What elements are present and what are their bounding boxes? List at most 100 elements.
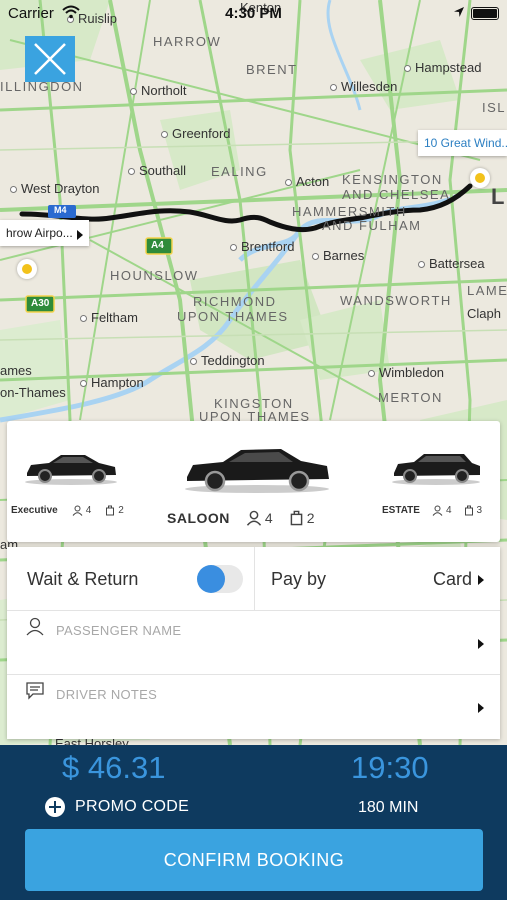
wait-return-toggle[interactable] [197, 565, 243, 593]
passenger-capacity-executive: 4 [72, 505, 92, 516]
vehicle-option-estate[interactable]: ESTATE 4 3 [382, 449, 494, 516]
destination-letter: L [491, 184, 505, 209]
place-willesden: Willesden [330, 79, 397, 94]
place-hampstead: Hampstead [404, 60, 481, 75]
pickup-time: 19:30 [351, 750, 429, 785]
origin-pin[interactable] [17, 259, 37, 279]
car-image-estate [392, 454, 480, 485]
place-merton: MERTON [378, 390, 443, 405]
luggage-icon [290, 510, 303, 526]
place-hampton: Hampton [80, 375, 144, 390]
wait-return-label: Wait & Return [27, 569, 139, 589]
luggage-icon [106, 505, 115, 516]
luggage-count: 2 [118, 505, 124, 516]
confirm-booking-button[interactable]: CONFIRM BOOKING [25, 829, 483, 891]
close-button[interactable] [25, 36, 75, 82]
place-lame: LAME [467, 283, 507, 298]
road-label-a30: A30 [31, 298, 50, 309]
place-acton: Acton [285, 174, 329, 189]
driver-notes-field[interactable]: DRIVER NOTES [7, 675, 500, 739]
passenger-count: 4 [264, 510, 273, 526]
place-wandsworth: WANDSWORTH [340, 293, 452, 308]
battery-icon [471, 7, 499, 20]
car-image-executive [25, 455, 117, 485]
location-arrow-icon [453, 5, 465, 22]
place-hammersmith: HAMMERSMITH [292, 204, 407, 219]
place-wimbledon: Wimbledon [368, 365, 444, 380]
divider [254, 547, 255, 611]
promo-code-button[interactable]: PROMO CODE [45, 797, 189, 817]
place-feltham: Feltham [80, 310, 138, 325]
passenger-capacity-saloon: 4 [246, 510, 273, 526]
promo-code-label: PROMO CODE [75, 798, 190, 815]
place-richmond-upon-thames: UPON THAMES [177, 309, 289, 324]
duration-value: 180 MIN [358, 799, 419, 816]
luggage-capacity-saloon: 2 [289, 510, 315, 526]
status-time: 4:30 PM [225, 5, 282, 22]
luggage-count: 2 [306, 510, 315, 526]
place-harrow: HARROW [153, 34, 222, 49]
passenger-count: 4 [85, 505, 92, 516]
place-barnes: Barnes [312, 248, 364, 263]
plus-icon [45, 797, 65, 817]
luggage-capacity-executive: 2 [105, 505, 124, 516]
chevron-right-icon [478, 574, 484, 585]
driver-notes-placeholder: DRIVER NOTES [56, 687, 158, 702]
chevron-right-icon [478, 703, 484, 713]
luggage-capacity-estate: 3 [464, 505, 483, 516]
comment-icon [26, 682, 44, 700]
place-battersea: Battersea [418, 256, 485, 271]
passenger-name-placeholder: PASSENGER NAME [56, 623, 182, 638]
place-teddington: Teddington [190, 353, 265, 368]
luggage-icon [464, 505, 473, 516]
chevron-right-icon [478, 639, 484, 649]
vehicle-selector: Executive 4 2 SALOON 4 2 ESTATE 4 3 [7, 421, 500, 542]
place-fulham: AND FULHAM [322, 218, 422, 233]
luggage-count: 3 [476, 505, 483, 516]
vehicle-option-saloon[interactable]: SALOON 4 2 [167, 443, 347, 526]
passenger-capacity-estate: 4 [432, 505, 452, 516]
place-ames: ames [0, 363, 32, 378]
passenger-name-field[interactable]: PASSENGER NAME [7, 611, 500, 675]
person-icon [72, 505, 83, 516]
place-southall: Southall [128, 163, 186, 178]
passenger-count: 4 [445, 505, 452, 516]
place-northolt: Northolt [130, 83, 187, 98]
price-value: $ 46.31 [62, 750, 166, 785]
pay-by-label: Pay by [271, 569, 327, 589]
place-ealing: EALING [211, 164, 268, 179]
destination-pin[interactable] [470, 168, 490, 188]
road-label-m4: M4 [54, 205, 67, 215]
place-greenford: Greenford [161, 126, 231, 141]
vehicle-option-executive[interactable]: Executive 4 2 [11, 449, 129, 516]
place-on-thames: on-Thames [0, 385, 66, 400]
vehicle-name-saloon: SALOON [167, 510, 230, 526]
origin-label-text: hrow Airpo... [6, 226, 73, 240]
person-icon [432, 505, 443, 516]
place-clapham: Claph [467, 306, 501, 321]
booking-summary: $ 46.31 19:30 PROMO CODE 180 MIN CONFIRM… [0, 745, 507, 900]
place-hounslow: HOUNSLOW [110, 268, 199, 283]
booking-options: Wait & Return Pay by Card PASSENGER NAME… [7, 547, 500, 739]
payment-method-selector[interactable]: Card [433, 569, 484, 590]
chevron-right-icon [77, 230, 83, 240]
payment-method-value: Card [432, 569, 472, 589]
destination-label[interactable]: 10 Great Wind... [418, 130, 507, 156]
close-icon [34, 43, 66, 75]
place-richmond: RICHMOND [193, 294, 277, 309]
road-label-a4: A4 [151, 240, 164, 251]
place-west-drayton: West Drayton [10, 181, 100, 196]
origin-label[interactable]: hrow Airpo... [0, 220, 89, 246]
place-kensington: KENSINGTON [342, 172, 443, 187]
place-isl: ISL [482, 100, 507, 115]
toggle-knob [197, 565, 225, 593]
person-icon [26, 617, 44, 636]
place-brentford: Brentford [230, 239, 294, 254]
place-chelsea: AND CHELSEA [342, 187, 451, 202]
place-brent: BRENT [246, 62, 298, 77]
person-icon [246, 510, 261, 526]
vehicle-name-estate: ESTATE [382, 505, 420, 516]
options-row: Wait & Return Pay by Card [7, 547, 500, 611]
status-bar: Carrier 4:30 PM [0, 0, 507, 26]
car-image-saloon [185, 449, 329, 493]
